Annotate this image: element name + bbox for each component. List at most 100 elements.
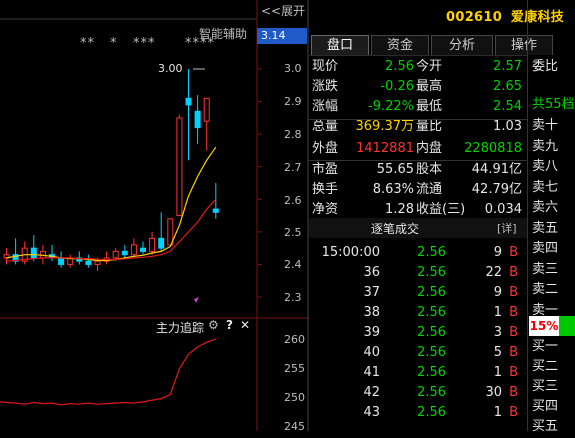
sell-level-label: 卖七 bbox=[532, 179, 559, 195]
star-rating-2: * bbox=[110, 36, 118, 51]
quote-label: 现价 bbox=[312, 59, 339, 74]
trade-time: 38 bbox=[363, 305, 380, 320]
trade-side: B bbox=[509, 365, 518, 380]
current-price-tag: 3.14 bbox=[257, 28, 307, 44]
tab-funds[interactable]: 资金 bbox=[371, 35, 429, 55]
quote-row: 市盈 55.65 股本 44.91亿 bbox=[312, 160, 527, 180]
tab-divider bbox=[309, 55, 527, 56]
candle-body bbox=[112, 250, 119, 259]
total-levels-label: 共55档 bbox=[532, 97, 575, 112]
quote-label: 收益(三) bbox=[416, 202, 466, 217]
trades-title: 逐笔成交 bbox=[371, 222, 420, 236]
quote-divider bbox=[309, 119, 527, 120]
quote-value: 44.91亿 bbox=[471, 162, 522, 177]
trades-detail-link[interactable]: [详] bbox=[497, 220, 517, 236]
buy-level-label: 买五 bbox=[532, 419, 559, 434]
help-icon[interactable]: ? bbox=[226, 318, 233, 332]
quote-divider bbox=[309, 160, 527, 161]
trade-volume: 30 bbox=[485, 385, 502, 400]
quote-value: 369.37万 bbox=[355, 119, 415, 134]
indicator-title: 主力追踪 bbox=[156, 321, 205, 335]
trade-time: 36 bbox=[363, 265, 380, 280]
quote-value: -0.26 bbox=[380, 79, 414, 94]
sell-level-label: 卖四 bbox=[532, 241, 559, 256]
trade-row: 36 2.56 22 B bbox=[312, 263, 524, 283]
quote-row: 总量 369.37万 量比 1.03 bbox=[312, 117, 527, 137]
weibi-label: 委比 bbox=[532, 59, 559, 74]
buy-level-label: 买一 bbox=[532, 339, 559, 354]
y-tick-label: 2.8 bbox=[284, 128, 302, 141]
quote-label: 市盈 bbox=[312, 162, 339, 177]
kline-chart[interactable] bbox=[0, 0, 309, 431]
buy-level-label: 买四 bbox=[532, 399, 559, 414]
y-tick-label: 2.6 bbox=[284, 194, 302, 207]
trade-row: 43 2.56 1 B bbox=[312, 403, 524, 423]
indicator-tick-label: 245 bbox=[284, 420, 305, 433]
quote-row: 现价 2.56 今开 2.57 bbox=[312, 57, 527, 77]
quote-label: 总量 bbox=[312, 119, 339, 134]
tab-analysis[interactable]: 分析 bbox=[431, 35, 493, 55]
trade-side: B bbox=[509, 325, 518, 340]
candle-body bbox=[130, 244, 137, 256]
trade-row: 42 2.56 30 B bbox=[312, 383, 524, 403]
quote-row: 外盘 1412881 内盘 2280818 bbox=[312, 139, 527, 159]
trade-row: 40 2.56 5 B bbox=[312, 343, 524, 363]
trade-price: 2.56 bbox=[417, 385, 446, 400]
candle-body bbox=[140, 247, 146, 252]
candle-body bbox=[58, 257, 65, 265]
trade-volume: 9 bbox=[493, 245, 502, 260]
trade-price: 2.56 bbox=[417, 265, 446, 280]
sell-level-label: 卖五 bbox=[532, 220, 559, 236]
trade-side: B bbox=[509, 285, 518, 300]
candle-body bbox=[185, 97, 192, 106]
y-tick-label: 2.5 bbox=[284, 226, 302, 239]
quote-label: 涨幅 bbox=[312, 99, 339, 114]
indicator-tick-label: 250 bbox=[284, 391, 305, 404]
trade-row: 38 2.56 1 B bbox=[312, 303, 524, 323]
quote-value: 1.28 bbox=[385, 202, 414, 217]
quote-label: 量比 bbox=[416, 119, 443, 134]
trade-row: 41 2.56 1 B bbox=[312, 363, 524, 383]
trade-price: 2.56 bbox=[417, 245, 446, 260]
trade-time: 37 bbox=[363, 285, 380, 300]
high-price-label: 3.00 bbox=[158, 62, 183, 75]
close-icon[interactable]: ✕ bbox=[240, 318, 250, 332]
quote-label: 换手 bbox=[312, 182, 339, 197]
trade-price: 2.56 bbox=[417, 405, 446, 420]
quote-label: 净资 bbox=[312, 202, 339, 217]
candle-body bbox=[85, 260, 92, 265]
quote-label: 股本 bbox=[416, 162, 443, 177]
trade-price: 2.56 bbox=[417, 345, 446, 360]
trade-side: B bbox=[509, 265, 518, 280]
weibi-percent: 15% bbox=[529, 316, 559, 336]
gear-icon[interactable]: ⚙ bbox=[208, 318, 219, 332]
trade-volume: 9 bbox=[493, 285, 502, 300]
trade-volume: 5 bbox=[493, 345, 502, 360]
trade-side: B bbox=[509, 385, 518, 400]
trade-volume: 1 bbox=[493, 305, 502, 320]
expand-button[interactable]: <<展开 bbox=[261, 2, 305, 19]
quote-label: 流通 bbox=[416, 182, 443, 197]
quote-row: 涨跌 -0.26 最高 2.65 bbox=[312, 77, 527, 97]
trade-row: 15:00:00 2.56 9 B bbox=[312, 243, 524, 263]
star-rating-3: *** bbox=[133, 36, 156, 51]
trade-time: 39 bbox=[363, 325, 380, 340]
candle-body bbox=[121, 250, 128, 256]
tab-pankou[interactable]: 盘口 bbox=[311, 35, 369, 55]
quote-label: 最高 bbox=[416, 79, 443, 94]
star-rating-4: **** bbox=[185, 36, 215, 51]
trade-volume: 22 bbox=[485, 265, 502, 280]
trade-time: 42 bbox=[363, 385, 380, 400]
buy-level-label: 买二 bbox=[532, 359, 559, 374]
trade-time: 40 bbox=[363, 345, 380, 360]
quote-label: 内盘 bbox=[416, 141, 443, 156]
quote-label: 今开 bbox=[416, 59, 443, 74]
quote-row: 净资 1.28 收益(三) 0.034 bbox=[312, 200, 527, 220]
quote-label: 外盘 bbox=[312, 141, 339, 156]
quote-row: 涨幅 -9.22% 最低 2.54 bbox=[312, 97, 527, 117]
y-tick-label: 2.9 bbox=[284, 95, 302, 108]
trade-time: 15:00:00 bbox=[321, 245, 380, 260]
indicator-tick-label: 255 bbox=[284, 362, 305, 375]
quote-value: 1412881 bbox=[356, 141, 414, 156]
candle-body bbox=[149, 237, 156, 252]
